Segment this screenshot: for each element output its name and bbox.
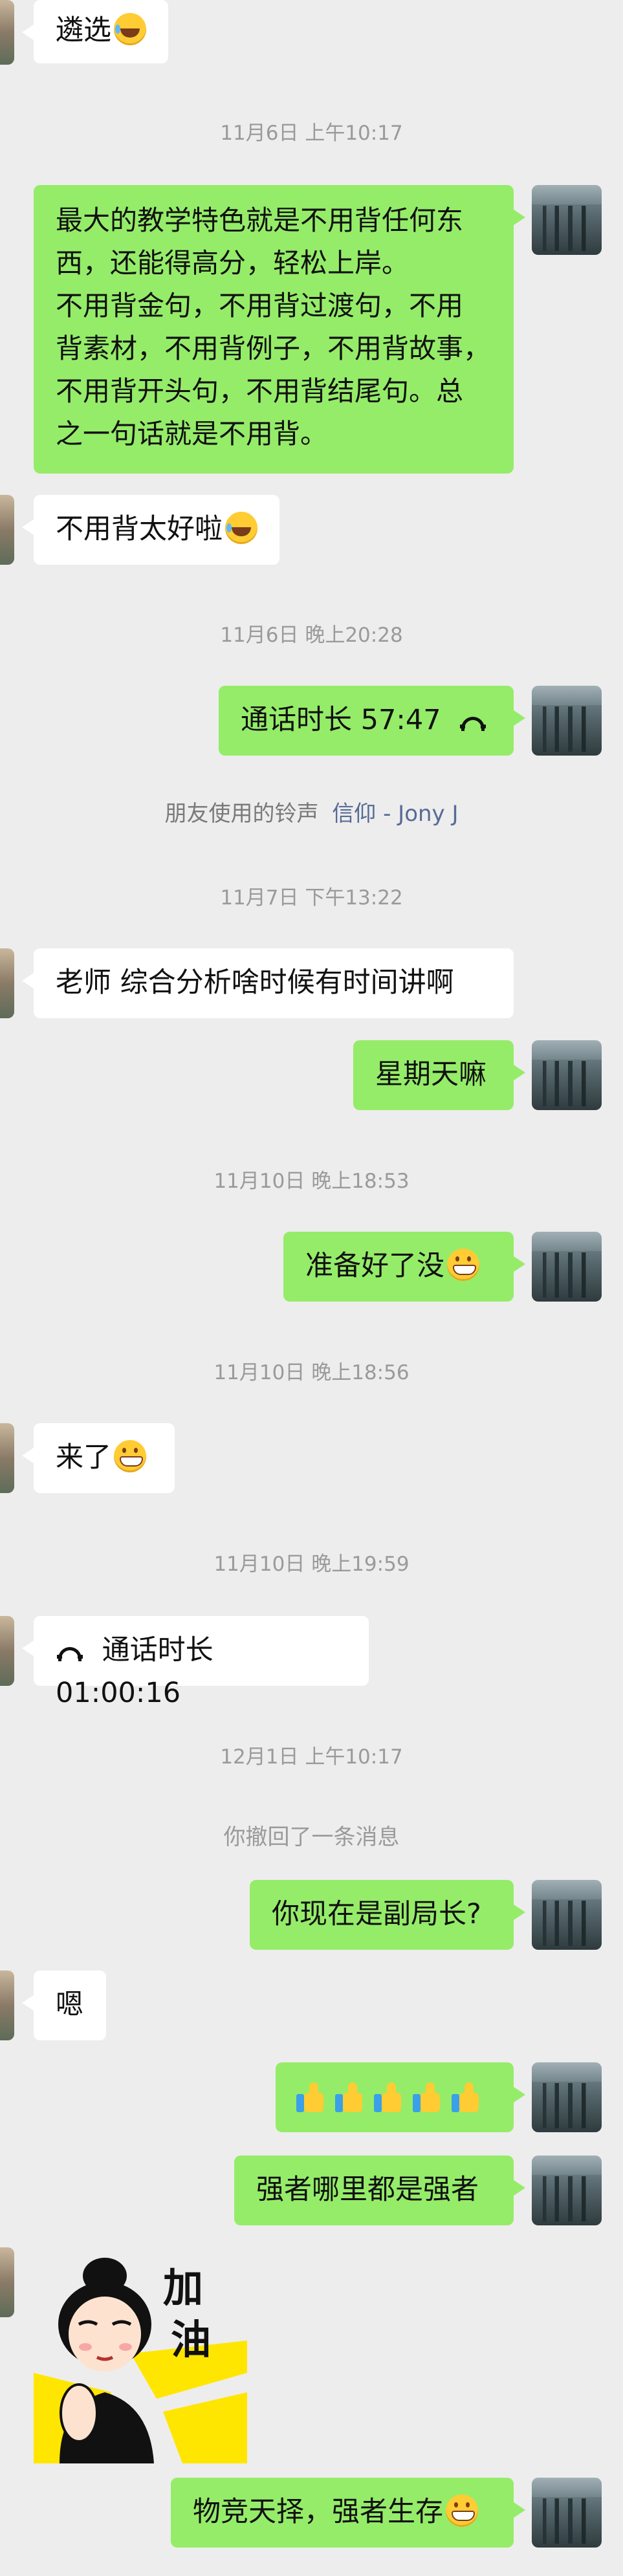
message-line: 不用背金句，不用背过渡句，不用: [56, 290, 464, 322]
grin-emoji: [446, 2494, 478, 2527]
my-avatar[interactable]: [532, 1232, 602, 1302]
my-avatar[interactable]: [532, 2062, 602, 2132]
message-bubble[interactable]: 准备好了没: [283, 1232, 525, 1302]
message-text: 强者哪里都是强者: [256, 2174, 479, 2206]
message-text: 物竞天择，强者生存: [193, 2496, 443, 2528]
message-bubble[interactable]: 强者哪里都是强者: [234, 2156, 525, 2225]
contact-avatar[interactable]: [0, 495, 14, 565]
call-record-bubble[interactable]: 通话时长 01:00:16: [22, 1616, 369, 1709]
message-line: 西，还能得高分，轻松上岸。: [56, 247, 410, 279]
contact-avatar[interactable]: [0, 1616, 14, 1686]
ringtone-notice: 朋友使用的铃声 信仰 - Jony J: [0, 796, 623, 827]
thumbs-up-emoji: [295, 2081, 329, 2115]
timestamp: 11月10日 晚上18:53: [213, 1170, 410, 1193]
sticker-text-1: 加: [163, 2264, 203, 2311]
ringtone-notice-prefix: 朋友使用的铃声: [164, 801, 319, 827]
message-bubble[interactable]: 老师 综合分析啥时候有时间讲啊: [22, 948, 514, 1018]
message-text: 你现在是副局长?: [272, 1898, 481, 1930]
message-text: 老师 综合分析啥时候有时间讲啊: [56, 966, 454, 999]
message-line: 之一句话就是不用背。: [56, 418, 328, 450]
call-duration-text: 通话时长 57:47: [241, 704, 441, 736]
message-text: 星期天嘛: [375, 1058, 486, 1091]
timestamp: 12月1日 上午10:17: [220, 1745, 403, 1769]
message-bubble[interactable]: 你现在是副局长?: [250, 1880, 525, 1950]
message-bubble[interactable]: 来了: [22, 1423, 175, 1493]
jiayou-sticker[interactable]: 加 油: [34, 2243, 247, 2463]
timestamp: 11月7日 下午13:22: [220, 886, 403, 910]
message-text: 嗯: [56, 1989, 83, 2021]
contact-avatar[interactable]: [0, 0, 14, 65]
my-avatar[interactable]: [532, 1880, 602, 1950]
timestamp: 11月6日 上午10:17: [220, 122, 403, 145]
my-avatar[interactable]: [532, 2156, 602, 2225]
contact-avatar[interactable]: [0, 1970, 14, 2040]
contact-avatar[interactable]: [0, 1423, 14, 1493]
message-bubble[interactable]: 不用背太好啦: [22, 495, 279, 565]
laugh-emoji: [225, 512, 257, 544]
message-bubble[interactable]: 嗯: [22, 1970, 106, 2040]
sticker-text-2: 油: [171, 2316, 211, 2363]
message-bubble[interactable]: 最大的教学特色就是不用背任何东 西，还能得高分，轻松上岸。 不用背金句，不用背过…: [34, 185, 525, 474]
my-avatar[interactable]: [532, 185, 602, 255]
contact-avatar[interactable]: [0, 948, 14, 1018]
message-bubble[interactable]: 遴选: [22, 0, 168, 63]
jiayou-sticker-graphic: 加 油: [34, 2258, 247, 2463]
my-avatar[interactable]: [532, 1040, 602, 1110]
message-bubble[interactable]: 物竞天择，强者生存: [171, 2478, 525, 2548]
phone-hangup-icon: [459, 715, 487, 731]
message-text: 来了: [56, 1441, 111, 1474]
message-line: 不用背开头句，不用背结尾句。总: [56, 375, 464, 407]
grin-emoji: [447, 1249, 479, 1281]
message-text: 准备好了没: [305, 1250, 444, 1282]
timestamp: 11月10日 晚上18:56: [213, 1361, 410, 1384]
call-record-bubble[interactable]: 通话时长 57:47: [219, 686, 525, 756]
thumbs-up-emoji: [334, 2081, 367, 2115]
thumbs-up-emoji: [411, 2081, 445, 2115]
message-text: 不用背太好啦: [56, 513, 223, 545]
laugh-emoji: [114, 13, 146, 45]
my-avatar[interactable]: [532, 2478, 602, 2548]
my-avatar[interactable]: [532, 686, 602, 756]
grin-emoji: [114, 1440, 146, 1472]
timestamp: 11月10日 晚上19:59: [213, 1553, 410, 1576]
message-text: 遴选: [56, 14, 111, 47]
message-bubble[interactable]: [276, 2062, 525, 2132]
message-line: 背素材，不用背例子，不用背故事，: [56, 333, 491, 364]
thumbs-up-emoji: [450, 2081, 484, 2115]
thumbs-up-emoji: [373, 2081, 406, 2115]
message-bubble[interactable]: 星期天嘛: [353, 1040, 525, 1110]
recalled-message-notice: 你撤回了一条消息: [223, 1824, 400, 1850]
contact-avatar[interactable]: [0, 2247, 14, 2317]
ringtone-link[interactable]: 信仰 - Jony J: [332, 801, 458, 827]
timestamp: 11月6日 晚上20:28: [220, 624, 403, 647]
phone-hangup-icon: [56, 1646, 84, 1661]
message-line: 最大的教学特色就是不用背任何东: [56, 204, 464, 236]
